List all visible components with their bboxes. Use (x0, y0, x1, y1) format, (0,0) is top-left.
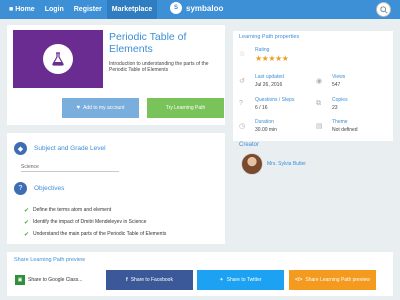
learning-path-description: Introduction to understanding the parts … (109, 61, 209, 73)
rating-stars: ★★★★★ (255, 54, 289, 63)
objective-text: Understand the main parts of the Periodi… (33, 231, 167, 237)
views-label: Views (332, 74, 346, 80)
check-icon: ✔ (24, 219, 30, 226)
tag-icon: ◆ (14, 142, 27, 155)
symbaloo-logo-icon: S (170, 2, 182, 14)
list-item: ✔ Identify the impact of Dmitri Mendeley… (24, 216, 166, 228)
flask-icon (43, 44, 73, 74)
nav-home-label: Home (15, 6, 35, 13)
check-icon: ✔ (24, 231, 30, 238)
add-to-account-button[interactable]: ♥ Add to my account (62, 98, 139, 118)
facebook-icon: f (126, 277, 128, 283)
questions-label: Questions / Steps (255, 97, 295, 103)
objectives-heading: Objectives (34, 185, 65, 192)
nav-home-link[interactable]: ■ Home (0, 0, 40, 19)
creator-name-link[interactable]: Mrs. Sylvia Butler (267, 161, 306, 167)
duration-label: Duration (255, 119, 274, 125)
share-facebook-button[interactable]: f Share to Facebook (106, 270, 193, 290)
add-to-account-label: Add to my account (83, 105, 125, 111)
rating-label: Rating (255, 47, 270, 53)
learning-path-title: Periodic Table of Elements (109, 31, 187, 55)
learning-path-card: Periodic Table of Elements Introduction … (7, 25, 225, 125)
share-preview-button[interactable]: </> Share Learning Path preview (289, 270, 376, 290)
share-facebook-label: Share to Facebook (130, 277, 173, 283)
properties-title: Learning Path properties (239, 34, 300, 40)
list-item: ✔ Define the terms atom and element (24, 204, 166, 216)
nav-register-link[interactable]: Register (69, 0, 107, 19)
share-google-classroom-button[interactable]: ▣ Share to Google Class... (15, 275, 82, 285)
subject-value: Science (21, 162, 119, 172)
try-learning-path-button[interactable]: Try Learning Path (147, 98, 224, 118)
clock-icon: ◷ (239, 123, 246, 130)
code-icon: </> (295, 277, 303, 283)
share-title: Share Learning Path preview (14, 257, 85, 263)
google-classroom-icon: ▣ (15, 275, 25, 285)
last-updated-label: Last updated (255, 74, 284, 80)
duration-value: 30.00 min (255, 127, 277, 133)
objectives-heading-row: ? Objectives (14, 182, 64, 195)
objectives-list: ✔ Define the terms atom and element ✔ Id… (24, 204, 166, 240)
subject-heading: Subject and Grade Level (34, 145, 106, 152)
creator-row[interactable]: Mrs. Sylvia Butler (241, 153, 306, 175)
twitter-icon: ✦ (219, 277, 224, 283)
share-twitter-button[interactable]: ✦ Share to Twitter (197, 270, 284, 290)
star-outline-icon: ☆ (239, 51, 246, 58)
home-icon: ■ (9, 6, 14, 13)
history-icon: ↺ (239, 78, 245, 85)
objective-text: Define the terms atom and element (33, 207, 112, 213)
heart-icon: ♥ (76, 105, 81, 111)
share-card: Share Learning Path preview ▣ Share to G… (7, 252, 393, 296)
eye-icon: ◉ (316, 78, 323, 85)
theme-label: Theme (332, 119, 348, 125)
copies-value: 23 (332, 105, 338, 111)
list-item: ✔ Understand the main parts of the Perio… (24, 228, 166, 240)
logo-text: symbaloo (186, 3, 224, 13)
share-google-label: Share to Google Class... (28, 277, 83, 283)
avatar[interactable] (241, 153, 263, 175)
symbaloo-logo[interactable]: S symbaloo (170, 2, 223, 14)
nav-login-link[interactable]: Login (40, 0, 69, 19)
subject-objectives-card: ◆ Subject and Grade Level Science ? Obje… (7, 133, 225, 244)
learning-path-properties: Learning Path properties ☆ Rating ★★★★★ … (233, 31, 393, 141)
views-value: 547 (332, 82, 341, 88)
check-icon: ✔ (24, 207, 30, 214)
search-icon (379, 5, 388, 14)
question-icon: ? (14, 182, 27, 195)
copy-icon: ⧉ (316, 100, 321, 107)
last-updated-value: Jul 26, 2016 (255, 82, 283, 88)
objective-text: Identify the impact of Dmitri Mendeleyev… (33, 219, 147, 225)
search-button[interactable] (376, 2, 391, 17)
questions-value: 6 / 16 (255, 105, 268, 111)
document-icon: ▤ (316, 123, 323, 130)
copies-label: Copies (332, 97, 348, 103)
top-nav: ■ Home Login Register Marketplace S symb… (0, 0, 400, 19)
theme-value: Not defined (332, 127, 358, 133)
nav-marketplace-link[interactable]: Marketplace (106, 0, 158, 19)
learning-path-thumbnail (13, 30, 103, 88)
creator-title: Creator (239, 142, 260, 148)
subject-heading-row: ◆ Subject and Grade Level (14, 142, 106, 155)
share-preview-label: Share Learning Path preview (305, 277, 370, 283)
share-twitter-label: Share to Twitter (226, 277, 262, 283)
help-icon: ? (239, 100, 243, 107)
